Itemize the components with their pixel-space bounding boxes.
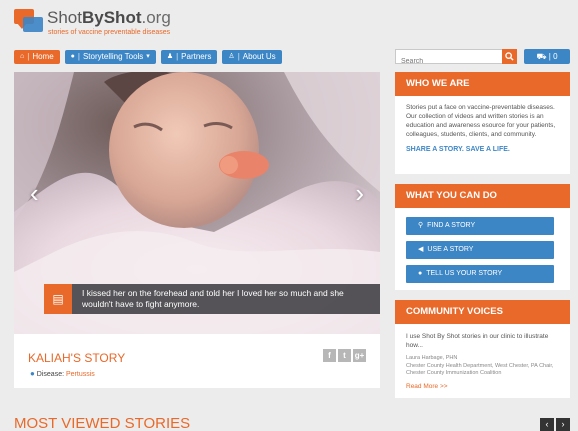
google-plus-icon[interactable]: g+ bbox=[353, 349, 366, 362]
search-icon bbox=[505, 52, 514, 61]
pager-next-icon[interactable]: › bbox=[556, 418, 570, 431]
logo-icon bbox=[14, 9, 44, 35]
logo-wordmark: ShotByShot.org bbox=[47, 8, 171, 27]
story-title[interactable]: KALIAH'S STORY bbox=[28, 351, 125, 365]
facebook-icon[interactable]: f bbox=[323, 349, 336, 362]
logo-tagline: stories of vaccine preventable diseases bbox=[48, 29, 171, 36]
megaphone-icon: ◀ bbox=[418, 246, 424, 253]
who-we-are-title: WHO WE ARE bbox=[395, 72, 570, 96]
voices-quote: I use Shot By Shot stories in our clinic… bbox=[406, 333, 549, 349]
bag-icon: ⛟ bbox=[536, 52, 547, 61]
read-more-link[interactable]: Read More >> bbox=[395, 378, 570, 390]
comment-icon: ● bbox=[418, 270, 423, 277]
community-voices-panel: COMMUNITY VOICES I use Shot By Shot stor… bbox=[395, 300, 570, 398]
most-viewed-heading: MOST VIEWED STORIES bbox=[14, 415, 191, 431]
tell-story-button[interactable]: ● TELL US YOUR STORY bbox=[406, 265, 554, 283]
cart-button[interactable]: ⛟ | 0 bbox=[524, 49, 570, 64]
use-story-button[interactable]: ◀ USE A STORY bbox=[406, 241, 554, 259]
chat-icon: ● bbox=[70, 53, 75, 60]
search-input[interactable] bbox=[396, 55, 496, 68]
hero-caption-text: I kissed her on the forehead and told he… bbox=[82, 288, 344, 309]
share-story-link[interactable]: SHARE A STORY. SAVE A LIFE. bbox=[395, 146, 570, 153]
community-voices-title: COMMUNITY VOICES bbox=[395, 300, 570, 324]
home-icon: ⌂ bbox=[20, 53, 25, 60]
hero-slider[interactable]: ‹ › ▤ I kissed her on the forehead and t… bbox=[14, 72, 380, 334]
group-icon: ♟ bbox=[166, 53, 174, 60]
find-story-button[interactable]: ⚲ FIND A STORY bbox=[406, 217, 554, 235]
who-we-are-panel: WHO WE ARE Stories put a face on vaccine… bbox=[395, 72, 570, 174]
disease-link[interactable]: Pertussis bbox=[66, 371, 95, 378]
social-share: f t g+ bbox=[323, 349, 366, 362]
story-disease: ● Disease: Pertussis bbox=[30, 369, 95, 378]
nav-home-button[interactable]: ⌂ | Home bbox=[14, 50, 60, 64]
pager-prev-icon[interactable]: ‹ bbox=[540, 418, 554, 431]
previous-slide-arrow-icon[interactable]: ‹ bbox=[30, 180, 39, 206]
book-icon: ▤ bbox=[44, 284, 72, 314]
hero-caption: ▤ I kissed her on the forehead and told … bbox=[44, 284, 380, 314]
nav-about-button[interactable]: ♙ | About Us bbox=[222, 50, 282, 64]
voices-author: Laura Harbage, PHN Chester County Health… bbox=[406, 355, 554, 376]
what-you-can-do-panel: WHAT YOU CAN DO ⚲ FIND A STORY ◀ USE A STO… bbox=[395, 184, 570, 290]
user-icon: ♙ bbox=[228, 53, 235, 60]
caret-down-icon: ▾ bbox=[146, 53, 150, 60]
most-viewed-pager: ‹ › bbox=[540, 418, 570, 431]
nav-partners-button[interactable]: ♟ | Partners bbox=[160, 50, 218, 64]
nav-storytelling-tools-button[interactable]: ● | Storytelling Tools ▾ bbox=[64, 50, 156, 64]
story-card: KALIAH'S STORY ● Disease: Pertussis f t … bbox=[14, 334, 380, 388]
next-slide-arrow-icon[interactable]: › bbox=[355, 180, 364, 206]
what-you-can-do-title: WHAT YOU CAN DO bbox=[395, 184, 570, 208]
who-we-are-text: Stories put a face on vaccine-preventabl… bbox=[406, 104, 556, 138]
binoculars-icon: ⚲ bbox=[418, 222, 424, 229]
disease-icon: ● bbox=[30, 369, 35, 378]
twitter-icon[interactable]: t bbox=[338, 349, 351, 362]
search-box bbox=[395, 49, 517, 68]
search-button[interactable] bbox=[502, 49, 517, 64]
main-nav: ⌂ | Home ● | Storytelling Tools ▾ ♟ | Partn… bbox=[14, 50, 282, 64]
